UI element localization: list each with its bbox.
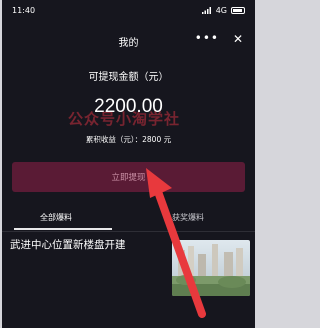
withdraw-now-button[interactable]: 立即提现 — [12, 162, 245, 192]
network-label: 4G — [215, 6, 227, 15]
status-bar: 11:40 4G — [2, 0, 255, 24]
news-item-thumbnail[interactable] — [172, 240, 250, 296]
cumulative-earnings: 累积收益（元）：2800 元 — [85, 135, 172, 144]
withdrawable-amount: 2200.00 — [94, 96, 163, 117]
tab-award-reports[interactable]: 获奖爆料 — [172, 212, 204, 223]
battery-icon — [231, 7, 245, 14]
status-time: 11:40 — [12, 6, 36, 15]
withdrawable-label: 可提现金额（元） — [88, 72, 169, 83]
more-dots-icon[interactable]: ••• — [195, 31, 219, 45]
close-icon[interactable]: ✕ — [233, 32, 243, 46]
news-item-title[interactable]: 武进中心位置新楼盘开建 — [10, 238, 170, 252]
tab-bar: 全部爆料 获奖爆料 — [2, 206, 255, 230]
signal-icon — [201, 7, 211, 14]
tab-all-reports[interactable]: 全部爆料 — [40, 212, 72, 223]
navigation-bar: 我的 ••• ✕ — [2, 26, 255, 52]
phone-screen: 11:40 4G 我的 ••• ✕ 可提现金额（元） 公众号小淘学社 2200.… — [2, 0, 255, 328]
building-photo-icon — [172, 240, 250, 296]
status-icons: 4G — [201, 6, 245, 15]
active-tab-indicator — [14, 228, 112, 230]
divider — [2, 231, 255, 232]
